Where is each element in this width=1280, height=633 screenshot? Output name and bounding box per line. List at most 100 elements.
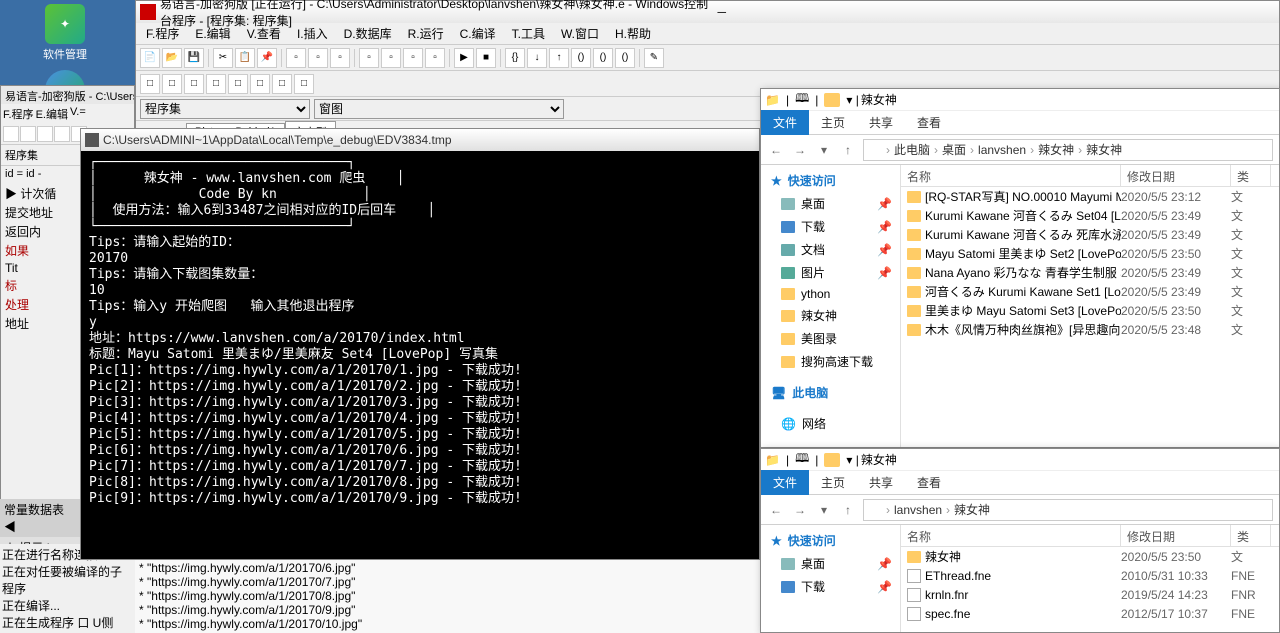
forward-button[interactable]: → <box>791 141 809 159</box>
sidebar-item-pictures[interactable]: 图片📌 <box>761 261 900 284</box>
toolbar-button[interactable]: ▫ <box>308 48 328 68</box>
toolbar-button[interactable]: ▫ <box>403 48 423 68</box>
col-name[interactable]: 名称 <box>901 525 1121 546</box>
toolbar-button[interactable]: ▫ <box>286 48 306 68</box>
toolbar-button[interactable]: □ <box>184 74 204 94</box>
breadcrumb[interactable]: 桌面 <box>942 141 966 158</box>
table-row[interactable]: spec.fne2012/5/17 10:37FNE <box>901 604 1279 623</box>
breadcrumb[interactable]: 辣女神 <box>954 501 990 518</box>
toolbar-button[interactable]: () <box>593 48 613 68</box>
history-button[interactable]: ▾ <box>815 141 833 159</box>
sidebar-item[interactable]: 美图录 <box>761 327 900 350</box>
procedure-select[interactable]: 程序集 <box>140 99 310 119</box>
menu-tools[interactable]: T.工具 <box>506 23 551 44</box>
menu-insert[interactable]: I.插入 <box>291 23 334 44</box>
menu-item[interactable]: E.编辑 <box>36 106 68 122</box>
toolbar-button[interactable]: □ <box>250 74 270 94</box>
toolbar-button[interactable] <box>3 126 19 142</box>
breadcrumb[interactable]: 此电脑 <box>894 141 930 158</box>
desktop-icon-software[interactable]: ✦ 软件管理 <box>0 0 130 66</box>
ribbon-tab-share[interactable]: 共享 <box>857 110 905 135</box>
menu-item[interactable]: V.= <box>70 106 86 122</box>
table-row[interactable]: [RQ-STAR写真] NO.00010 Mayumi M...2020/5/5… <box>901 187 1279 206</box>
table-row[interactable]: 辣女神2020/5/5 23:50文 <box>901 547 1279 566</box>
console-titlebar[interactable]: C:\Users\ADMINI~1\AppData\Local\Temp\e_d… <box>81 129 759 151</box>
forward-button[interactable]: → <box>791 501 809 519</box>
address-bar[interactable]: › lanvshen› 辣女神 <box>863 499 1273 521</box>
table-row[interactable]: Mayu Satomi 里美まゆ Set2 [LovePop...2020/5/… <box>901 244 1279 263</box>
col-type[interactable]: 类 <box>1231 525 1271 546</box>
menu-run[interactable]: R.运行 <box>402 23 450 44</box>
sidebar-quick-access[interactable]: ★快速访问 <box>761 529 900 552</box>
menu-compile[interactable]: C.编译 <box>454 23 502 44</box>
toolbar-button[interactable]: □ <box>228 74 248 94</box>
explorer-titlebar[interactable]: 📁| 🕮| ▾ | 辣女神 <box>761 89 1279 111</box>
table-row[interactable]: EThread.fne2010/5/31 10:33FNE <box>901 566 1279 585</box>
table-row[interactable]: 木木《风情万种肉丝旗袍》[异思趣向IE...2020/5/5 23:48文 <box>901 320 1279 339</box>
toolbar-button[interactable]: ▫ <box>359 48 379 68</box>
menu-view[interactable]: V.查看 <box>241 23 287 44</box>
toolbar-button[interactable]: □ <box>140 74 160 94</box>
back-button[interactable]: ← <box>767 501 785 519</box>
sidebar-item[interactable]: 辣女神 <box>761 304 900 327</box>
sidebar-item-desktop[interactable]: 桌面📌 <box>761 552 900 575</box>
toolbar-button[interactable] <box>54 126 70 142</box>
toolbar-button[interactable]: ▫ <box>381 48 401 68</box>
toolbar-button[interactable]: () <box>615 48 635 68</box>
sidebar-item-downloads[interactable]: 下载📌 <box>761 215 900 238</box>
toolbar-button[interactable]: □ <box>206 74 226 94</box>
breadcrumb[interactable]: lanvshen <box>894 503 942 517</box>
col-date[interactable]: 修改日期 <box>1121 165 1231 186</box>
table-row[interactable]: 里美まゆ Mayu Satomi Set3 [LovePop...2020/5/… <box>901 301 1279 320</box>
sidebar-network[interactable]: 🌐网络 <box>761 412 900 435</box>
paste-button[interactable]: 📌 <box>257 48 277 68</box>
menu-window[interactable]: W.窗口 <box>555 23 605 44</box>
ribbon-tab-view[interactable]: 查看 <box>905 470 953 495</box>
toolbar-button[interactable] <box>37 126 53 142</box>
table-row[interactable]: Kurumi Kawane 河音くるみ Set04 [Lo...2020/5/5… <box>901 206 1279 225</box>
table-row[interactable]: Nana Ayano 彩乃なな 青春学生制服 Se...2020/5/5 23:… <box>901 263 1279 282</box>
run-button[interactable]: ▶ <box>454 48 474 68</box>
view-select[interactable]: 窗图 <box>314 99 564 119</box>
col-name[interactable]: 名称 <box>901 165 1121 186</box>
toolbar-button[interactable]: ✎ <box>644 48 664 68</box>
table-row[interactable]: krnln.fnr2019/5/24 14:23FNR <box>901 585 1279 604</box>
col-date[interactable]: 修改日期 <box>1121 525 1231 546</box>
toolbar-button[interactable]: ↑ <box>549 48 569 68</box>
toolbar-button[interactable]: () <box>571 48 591 68</box>
cut-button[interactable]: ✂ <box>213 48 233 68</box>
table-row[interactable]: Kurumi Kawane 河音くるみ 死库水泳...2020/5/5 23:4… <box>901 225 1279 244</box>
ribbon-tab-view[interactable]: 查看 <box>905 110 953 135</box>
sidebar-item-downloads[interactable]: 下载📌 <box>761 575 900 598</box>
explorer-titlebar[interactable]: 📁| 🕮| ▾ | 辣女神 <box>761 449 1279 471</box>
sidebar-item[interactable]: 搜狗高速下载 <box>761 350 900 373</box>
up-button[interactable]: ↑ <box>839 141 857 159</box>
ribbon-tab-home[interactable]: 主页 <box>809 470 857 495</box>
sidebar-item-documents[interactable]: 文档📌 <box>761 238 900 261</box>
new-button[interactable]: 📄 <box>140 48 160 68</box>
history-button[interactable]: ▾ <box>815 501 833 519</box>
save-button[interactable]: 💾 <box>184 48 204 68</box>
ribbon-tab-home[interactable]: 主页 <box>809 110 857 135</box>
sidebar-item[interactable]: ython <box>761 284 900 304</box>
toolbar-button[interactable]: ▫ <box>425 48 445 68</box>
menu-edit[interactable]: E.编辑 <box>189 23 236 44</box>
toolbar-button[interactable]: ↓ <box>527 48 547 68</box>
open-button[interactable]: 📂 <box>162 48 182 68</box>
sidebar-quick-access[interactable]: ★快速访问 <box>761 169 900 192</box>
toolbar-button[interactable]: ▫ <box>330 48 350 68</box>
stop-button[interactable]: ■ <box>476 48 496 68</box>
toolbar-button[interactable] <box>20 126 36 142</box>
toolbar-button[interactable]: □ <box>272 74 292 94</box>
menu-item[interactable]: F.程序 <box>3 106 34 122</box>
breadcrumb[interactable]: 辣女神 <box>1086 141 1122 158</box>
menu-program[interactable]: F.程序 <box>140 23 185 44</box>
toolbar-button[interactable]: {} <box>505 48 525 68</box>
breadcrumb[interactable]: 辣女神 <box>1038 141 1074 158</box>
breadcrumb[interactable]: lanvshen <box>978 143 1026 157</box>
menu-database[interactable]: D.数据库 <box>338 23 398 44</box>
menu-help[interactable]: H.帮助 <box>609 23 657 44</box>
copy-button[interactable]: 📋 <box>235 48 255 68</box>
table-row[interactable]: 河音くるみ Kurumi Kawane Set1 [Lov...2020/5/5… <box>901 282 1279 301</box>
toolbar-button[interactable]: □ <box>294 74 314 94</box>
